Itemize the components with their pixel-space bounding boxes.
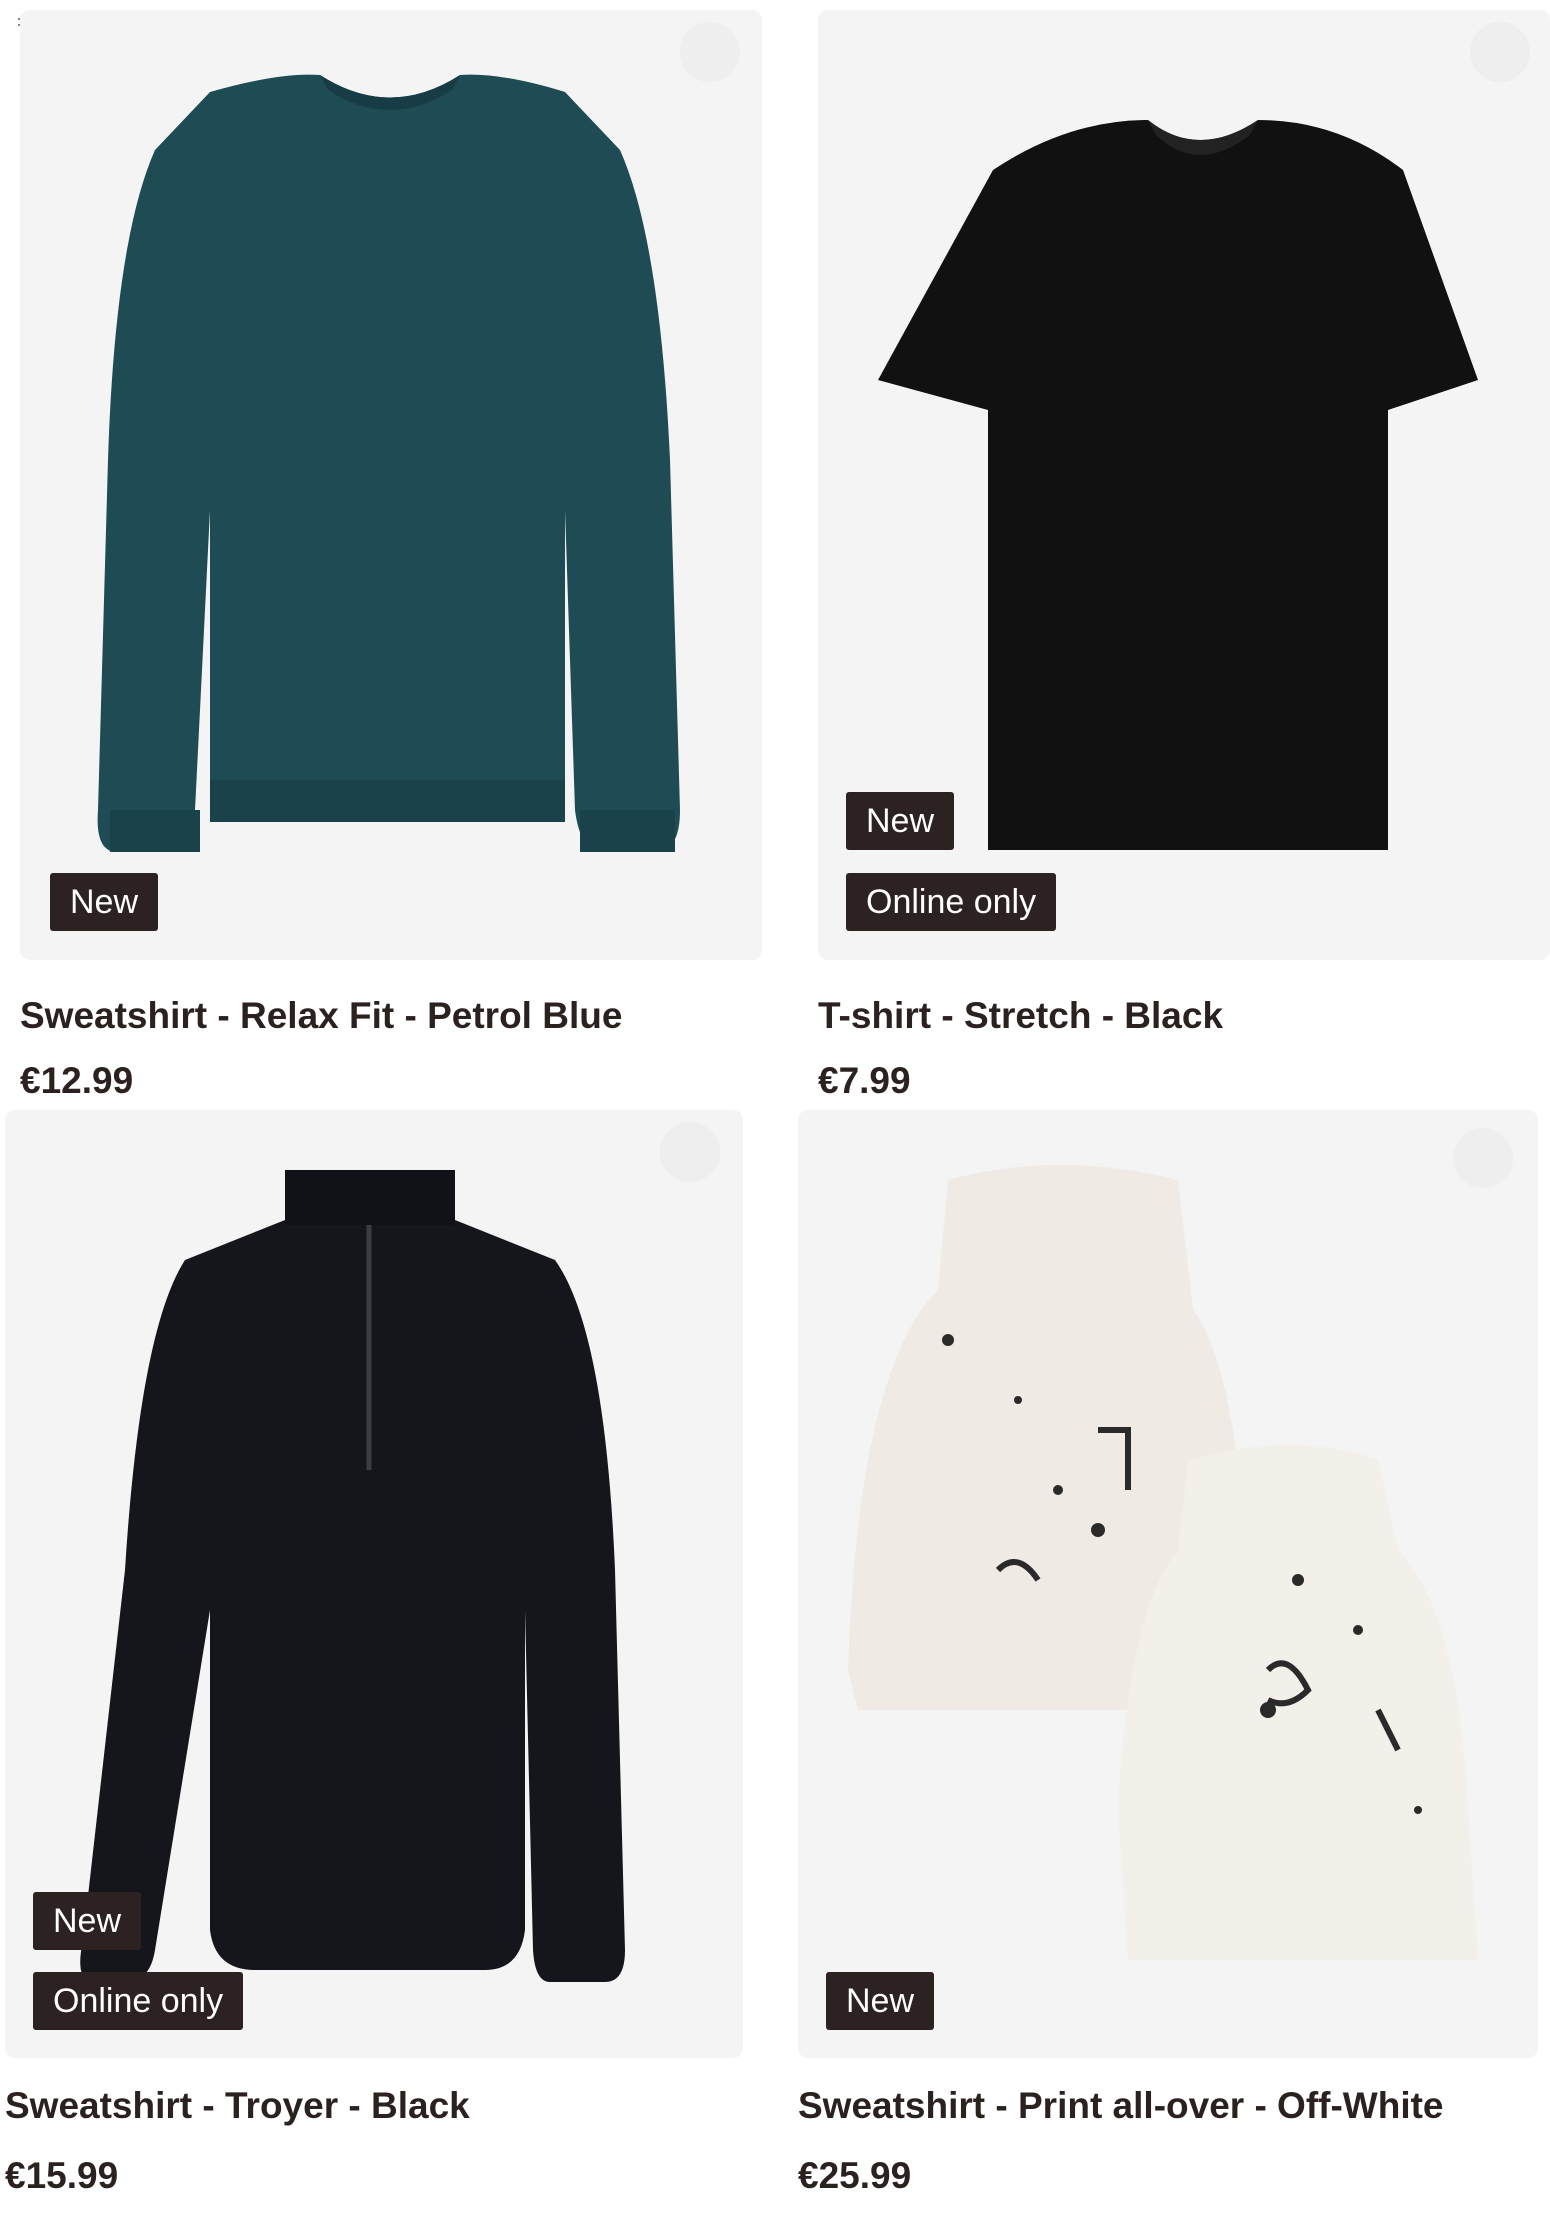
product-image[interactable]: New xyxy=(798,1110,1538,2058)
product-price: €12.99 xyxy=(20,1060,134,1101)
product-card[interactable]: New Sweatshirt - Print all-over - Off-Wh… xyxy=(798,1110,1538,2213)
badge-new: New xyxy=(846,792,955,850)
product-image[interactable]: New Online only xyxy=(818,10,1550,960)
product-price: €25.99 xyxy=(798,2155,912,2196)
product-image[interactable]: New Online only xyxy=(5,1110,743,2058)
product-price: €7.99 xyxy=(818,1060,911,1101)
printed-hoodies-icon xyxy=(848,1165,1478,1960)
product-image[interactable]: New xyxy=(20,10,762,960)
product-title[interactable]: T-shirt - Stretch - Black xyxy=(818,995,1223,1037)
heart-icon[interactable] xyxy=(680,22,740,82)
product-title[interactable]: Sweatshirt - Relax Fit - Petrol Blue xyxy=(20,995,622,1037)
crew-neck-sweatshirt-icon xyxy=(97,74,680,852)
product-title[interactable]: Sweatshirt - Troyer - Black xyxy=(5,2085,470,2127)
badge-new: New xyxy=(33,1892,142,1950)
heart-icon[interactable] xyxy=(1470,22,1530,82)
product-price: €15.99 xyxy=(5,2155,119,2196)
badge-online-only: Online only xyxy=(846,873,1057,931)
badge-online-only: Online only xyxy=(33,1972,244,2030)
product-card[interactable]: New Online only T-shirt - Stretch - Blac… xyxy=(818,10,1550,1110)
heart-icon[interactable] xyxy=(660,1122,720,1182)
heart-icon[interactable] xyxy=(1453,1128,1513,1188)
badge-new: New xyxy=(826,1972,935,2030)
badge-new: New xyxy=(50,873,159,931)
product-card[interactable]: New Online only Sweatshirt - Troyer - Bl… xyxy=(5,1110,743,2213)
product-card[interactable]: New Sweatshirt - Relax Fit - Petrol Blue… xyxy=(20,10,762,1110)
product-title[interactable]: Sweatshirt - Print all-over - Off-White xyxy=(798,2085,1444,2127)
